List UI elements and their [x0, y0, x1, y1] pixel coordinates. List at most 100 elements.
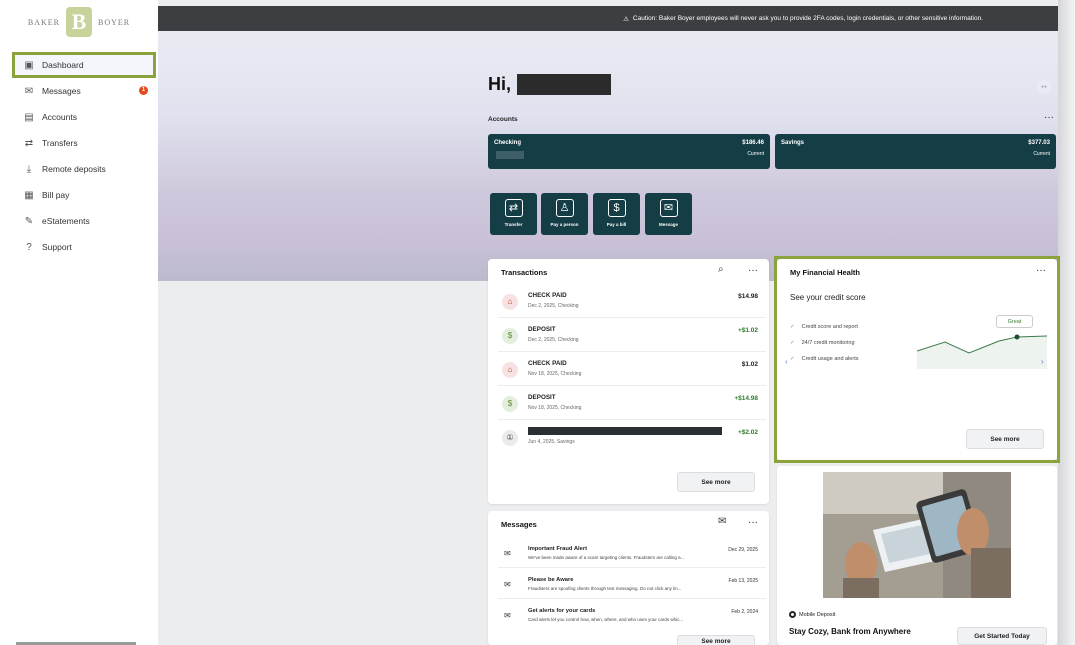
message-title: Get alerts for your cards	[528, 608, 596, 614]
account-name: Savings	[781, 140, 805, 146]
account-balance: $186.46	[742, 140, 764, 146]
redacted-description	[528, 427, 722, 435]
transaction-name: DEPOSIT	[528, 394, 556, 401]
envelope-icon: ✉	[504, 549, 511, 558]
account-status: Current	[747, 151, 764, 157]
bill-icon: ▦	[24, 189, 34, 201]
quick-action-label: Message	[658, 222, 678, 227]
avatar[interactable]: ●●	[1037, 80, 1051, 94]
transaction-row[interactable]: $ DEPOSIT Dec 2, 2025, Checking +$1.02	[498, 321, 766, 352]
transaction-meta: Dec 2, 2025, Checking	[528, 303, 579, 309]
message-title: Important Fraud Alert	[528, 546, 588, 552]
search-icon[interactable]: ⌕	[718, 264, 724, 275]
message-icon: ✉	[659, 199, 678, 217]
transaction-meta: Jun 4, 2025, Savings	[528, 439, 575, 445]
sidebar-item-dashboard[interactable]: ▣ Dashboard	[12, 52, 156, 78]
messages-card: Messages ✉ ··· ✉ Important Fraud Alert D…	[488, 511, 769, 645]
sidebar-item-label: Transfers	[42, 138, 78, 148]
transaction-meta: Nov 18, 2025, Checking	[528, 405, 582, 411]
mobile-deposit-photo	[823, 472, 1011, 598]
transaction-amount: $14.98	[738, 293, 758, 300]
accounts-more-icon[interactable]: ···	[1044, 112, 1054, 123]
sidebar-item-label: Support	[42, 242, 72, 252]
support-icon: ?	[26, 241, 32, 253]
sidebar-item-label: eStatements	[42, 216, 90, 226]
sidebar-item-remote-deposits[interactable]: ⤓ Remote deposits	[0, 156, 158, 182]
message-item[interactable]: ✉ Get alerts for your cards Feb 2, 2024 …	[498, 605, 766, 630]
transaction-row[interactable]: ⌂ CHECK PAID Nov 18, 2025, Checking $1.0…	[498, 355, 766, 386]
account-card-savings[interactable]: Savings $377.03 Current	[775, 134, 1056, 169]
transactions-card: Transactions ⌕ ··· ⌂ CHECK PAID Dec 2, 2…	[488, 259, 769, 504]
quick-action-label: Pay a person	[550, 222, 579, 227]
promo-kicker-text: Mobile Deposit	[799, 611, 836, 618]
account-name: Checking	[494, 140, 522, 146]
transaction-name: DEPOSIT	[528, 326, 556, 333]
message-item[interactable]: ✉ Important Fraud Alert Dec 29, 2025 We'…	[498, 543, 766, 568]
transaction-name: CHECK PAID	[528, 360, 567, 367]
account-card-checking[interactable]: Checking $186.46 Current	[488, 134, 770, 169]
sidebar-item-label: Messages	[42, 86, 81, 96]
transfer-icon: ⇄	[504, 199, 523, 217]
transaction-row[interactable]: ① Jun 4, 2025, Savings +$2.02	[498, 423, 766, 454]
pay-bill-button[interactable]: $ Pay a bill	[593, 193, 640, 235]
message-item[interactable]: ✉ Please be Aware Feb 13, 2025 Fraudster…	[498, 574, 766, 599]
transaction-amount: +$2.02	[737, 429, 758, 436]
warning-icon: ⚠	[623, 15, 629, 23]
envelope-icon: ✉	[504, 580, 511, 589]
sidebar-item-label: Accounts	[42, 112, 77, 122]
sidebar-item-bill-pay[interactable]: ▦ Bill pay	[0, 182, 158, 208]
messages-see-more-button[interactable]: See more	[677, 635, 755, 645]
savings-icon: ①	[502, 430, 518, 446]
sidebar-item-estatements[interactable]: ✎ eStatements	[0, 208, 158, 234]
unread-badge: 1	[139, 86, 148, 95]
quick-action-label: Transfer	[504, 222, 523, 227]
financial-health-highlight	[774, 256, 1060, 463]
transaction-meta: Dec 2, 2025, Checking	[528, 337, 579, 343]
redacted-name	[517, 74, 612, 95]
account-balance: $377.03	[1028, 140, 1050, 146]
brand-logo[interactable]: BAKER B BOYER	[0, 0, 158, 44]
bank-icon: ⌂	[502, 362, 518, 378]
message-button[interactable]: ✉ Message	[645, 193, 692, 235]
message-title: Please be Aware	[528, 577, 574, 583]
accounts-heading: Accounts	[488, 116, 518, 123]
window-edge	[1058, 0, 1075, 645]
envelope-icon: ✉	[504, 611, 511, 620]
sidebar-item-label: Bill pay	[42, 190, 70, 200]
quick-action-label: Pay a bill	[606, 222, 627, 227]
compose-message-icon[interactable]: ✉	[718, 516, 726, 527]
envelope-icon: ✉	[24, 85, 34, 97]
promo-title: Stay Cozy, Bank from Anywhere	[789, 627, 911, 636]
transaction-amount: +$1.02	[737, 327, 758, 334]
promo-kicker: Mobile Deposit	[789, 611, 835, 618]
sidebar-item-label: Remote deposits	[42, 164, 106, 174]
transaction-row[interactable]: ⌂ CHECK PAID Dec 2, 2025, Checking $14.9…	[498, 287, 766, 318]
get-started-button[interactable]: Get Started Today	[957, 627, 1047, 645]
transaction-amount: +$14.98	[734, 395, 758, 402]
message-date: Feb 2, 2024	[731, 609, 758, 615]
greeting: Hi,	[488, 74, 612, 95]
redacted-account-number	[496, 151, 524, 159]
transaction-meta: Nov 18, 2025, Checking	[528, 371, 582, 377]
person-icon: ♙	[555, 199, 574, 217]
messages-more-icon[interactable]: ···	[748, 517, 758, 528]
sidebar-item-accounts[interactable]: ▤ Accounts	[0, 104, 158, 130]
sidebar-item-transfers[interactable]: ⇄ Transfers	[0, 130, 158, 156]
sidebar-nav: ▣ Dashboard ✉ Messages 1 ▤ Accounts ⇄ Tr…	[0, 52, 158, 260]
message-date: Dec 29, 2025	[728, 547, 758, 553]
transfer-button[interactable]: ⇄ Transfer	[490, 193, 537, 235]
brand-mark: B	[66, 7, 92, 37]
account-status: Current	[1033, 151, 1050, 157]
sidebar-item-support[interactable]: ? Support	[0, 234, 158, 260]
greeting-prefix: Hi,	[488, 74, 512, 94]
messages-title: Messages	[501, 520, 537, 529]
statement-icon: ✎	[24, 215, 34, 227]
transfer-icon: ⇄	[24, 137, 34, 149]
transaction-row[interactable]: $ DEPOSIT Nov 18, 2025, Checking +$14.98	[498, 389, 766, 420]
caution-text: Caution: Baker Boyer employees will neve…	[632, 15, 983, 22]
sidebar-item-messages[interactable]: ✉ Messages 1	[0, 78, 158, 104]
transactions-more-icon[interactable]: ···	[748, 265, 758, 276]
transaction-name: CHECK PAID	[528, 292, 567, 299]
transactions-see-more-button[interactable]: See more	[677, 472, 755, 492]
pay-person-button[interactable]: ♙ Pay a person	[541, 193, 588, 235]
